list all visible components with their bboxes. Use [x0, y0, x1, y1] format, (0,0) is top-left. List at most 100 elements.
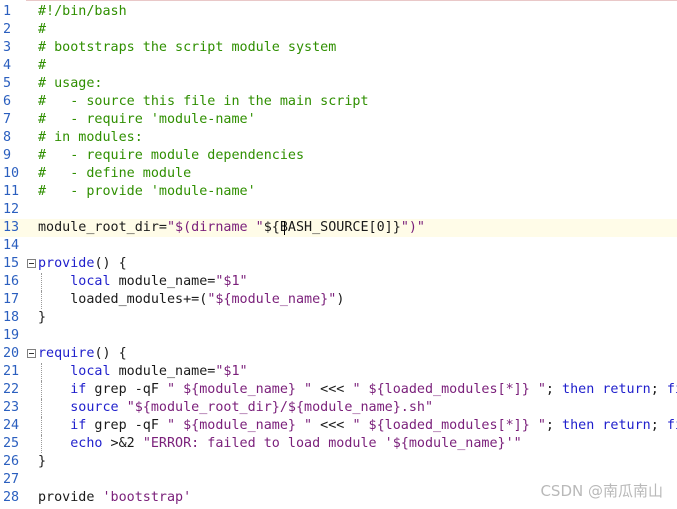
keyword-token: local: [70, 364, 111, 379]
code-token: () {: [94, 256, 127, 271]
line-number: 19: [3, 328, 20, 343]
string-token: "ERROR: failed to load module '${module_…: [142, 436, 522, 451]
comment-token: #: [38, 58, 47, 73]
string-token: 'bootstrap': [102, 490, 192, 505]
line-number: 14: [3, 238, 20, 253]
code-line[interactable]: 26}: [0, 453, 677, 471]
comment-token: # - require 'module-name': [38, 112, 256, 127]
keyword-token: require: [38, 346, 95, 361]
line-number: 8: [3, 130, 12, 145]
code-token: loaded_modules+=(: [38, 292, 208, 307]
code-line[interactable]: 19: [0, 327, 677, 345]
comment-token: # usage:: [38, 76, 103, 91]
line-number: 20: [3, 346, 20, 361]
code-token: provide: [38, 490, 103, 505]
code-line[interactable]: 24 if grep -qF " ${module_name} " <<< " …: [0, 417, 677, 435]
code-text: local module_name="$1": [38, 363, 247, 381]
code-token: <<<: [312, 382, 353, 397]
string-token: " ${loaded_modules[*]} ": [352, 418, 546, 433]
code-line[interactable]: 15 provide() {: [0, 255, 677, 273]
code-line[interactable]: 16 local module_name="$1": [0, 273, 677, 291]
code-line[interactable]: 1 #!/bin/bash: [0, 3, 677, 21]
line-number: 15: [3, 256, 20, 271]
line-number: 26: [3, 454, 20, 469]
code-text: loaded_modules+=("${module_name}"): [38, 291, 344, 309]
line-number: 4: [3, 58, 12, 73]
line-number: 18: [3, 310, 20, 325]
code-line[interactable]: 11 # - provide 'module-name': [0, 183, 677, 201]
keyword-token: local: [70, 274, 111, 289]
keyword-token: provide: [38, 256, 95, 271]
code-text: source "${module_root_dir}/${module_name…: [38, 399, 433, 417]
code-text: local module_name="$1": [38, 273, 247, 291]
code-text: # usage:: [38, 75, 103, 93]
line-number: 21: [3, 364, 20, 379]
line-number: 6: [3, 94, 12, 109]
code-line[interactable]: 14: [0, 237, 677, 255]
code-line[interactable]: 21 local module_name="$1": [0, 363, 677, 381]
code-line[interactable]: 17 loaded_modules+=("${module_name}"): [0, 291, 677, 309]
code-text: provide 'bootstrap': [38, 489, 191, 507]
code-text: require() {: [38, 345, 127, 363]
code-text: #!/bin/bash: [38, 3, 127, 21]
watermark: CSDN @南瓜南山: [540, 482, 663, 500]
code-line[interactable]: 5 # usage:: [0, 75, 677, 93]
comment-token: #: [38, 22, 47, 37]
code-line[interactable]: 4 #: [0, 57, 677, 75]
code-token: ;: [545, 382, 563, 397]
code-text: # - provide 'module-name': [38, 183, 256, 201]
code-line[interactable]: 20 require() {: [0, 345, 677, 363]
code-line[interactable]: 3 # bootstraps the script module system: [0, 39, 677, 57]
code-line[interactable]: 12: [0, 201, 677, 219]
code-line[interactable]: 9 # - require module dependencies: [0, 147, 677, 165]
comment-token: # - require module dependencies: [38, 148, 305, 163]
code-token: ;: [650, 382, 667, 397]
keyword-token: source: [70, 400, 119, 415]
line-number: 11: [3, 184, 20, 199]
line-number: 17: [3, 292, 20, 307]
line-number: 24: [3, 418, 20, 433]
line-number: 7: [3, 112, 12, 127]
code-text: #: [38, 57, 46, 75]
comment-token: # - provide 'module-name': [38, 184, 256, 199]
code-line[interactable]: 23 source "${module_root_dir}/${module_n…: [0, 399, 677, 417]
code-line[interactable]: 6 # - source this file in the main script: [0, 93, 677, 111]
line-number: 16: [3, 274, 20, 289]
code-token: ;: [650, 418, 667, 433]
fold-toggle-icon[interactable]: [27, 349, 36, 358]
code-text: #: [38, 21, 46, 39]
keyword-token: fi: [666, 418, 677, 433]
line-number: 9: [3, 148, 12, 163]
code-line[interactable]: 25 echo >&2 "ERROR: failed to load modul…: [0, 435, 677, 453]
code-token: }: [38, 310, 47, 325]
code-line[interactable]: 2 #: [0, 21, 677, 39]
code-text: }: [38, 453, 46, 471]
code-line[interactable]: 8 # in modules:: [0, 129, 677, 147]
line-number: 28: [3, 490, 20, 505]
code-text: # - define module: [38, 165, 191, 183]
code-editor[interactable]: 1 #!/bin/bash 2 #3 # bootstraps the script m…: [0, 0, 677, 509]
code-text: module_root_dir="$(dirname "${BASH_SOURC…: [38, 219, 425, 237]
code-line[interactable]: 18}: [0, 309, 677, 327]
fold-toggle-icon[interactable]: [27, 259, 36, 268]
code-text: }: [38, 309, 46, 327]
code-area[interactable]: 1 #!/bin/bash 2 #3 # bootstraps the script m…: [0, 3, 677, 507]
code-text: # - source this file in the main script: [38, 93, 369, 111]
keyword-token: return: [602, 418, 651, 433]
code-text: echo >&2 "ERROR: failed to load module '…: [38, 435, 522, 453]
line-number: 23: [3, 400, 20, 415]
code-line[interactable]: 22 if grep -qF " ${module_name} " <<< " …: [0, 381, 677, 399]
code-text: # - require 'module-name': [38, 111, 256, 129]
code-line[interactable]: 13 module_root_dir="$(dirname "${BASH_SOU…: [0, 219, 677, 237]
code-line[interactable]: 7 # - require 'module-name': [0, 111, 677, 129]
code-line[interactable]: 10 # - define module: [0, 165, 677, 183]
code-text: # in modules:: [38, 129, 143, 147]
editor-top-border: [0, 0, 677, 1]
code-text: # - require module dependencies: [38, 147, 304, 165]
line-number: 13: [3, 220, 20, 235]
keyword-token: fi: [666, 382, 677, 397]
code-text: if grep -qF " ${module_name} " <<< " ${l…: [38, 381, 677, 399]
string-token: " ${module_name} ": [167, 418, 313, 433]
